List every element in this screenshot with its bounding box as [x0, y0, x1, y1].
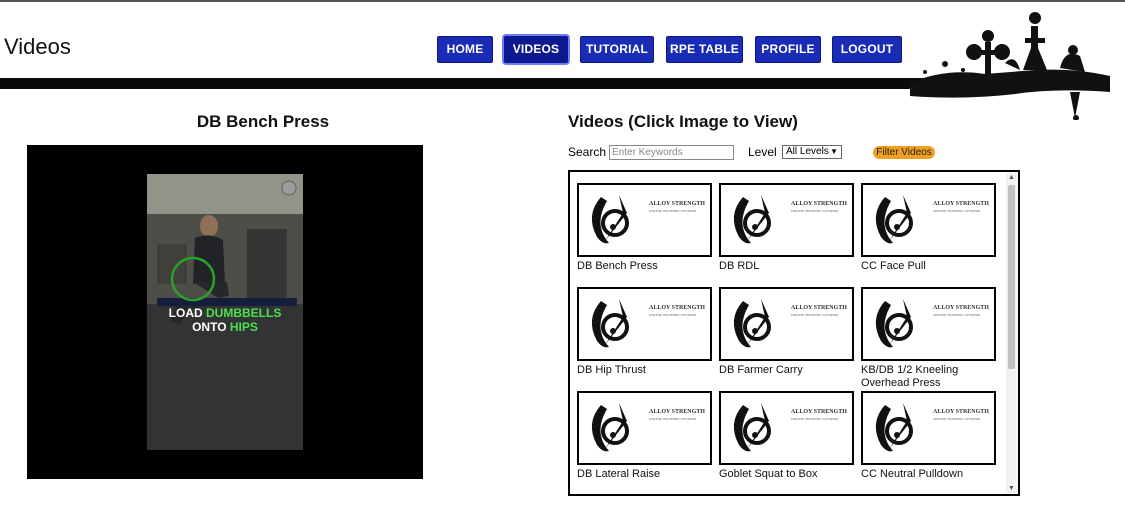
video-thumbnail[interactable]: ALLOY STRENGTH ONLINE TRAINING SYSTEMS [861, 183, 996, 257]
video-tile-label[interactable]: DB Bench Press [577, 260, 712, 273]
video-player[interactable]: LOAD DUMBBELLS ONTO HIPS [27, 145, 423, 479]
alloy-strength-logo-icon [875, 195, 913, 244]
video-thumbnail[interactable]: ALLOY STRENGTH ONLINE TRAINING SYSTEMS [577, 287, 712, 361]
video-tile-label[interactable]: DB Hip Thrust [577, 364, 712, 377]
alloy-strength-logo-icon [733, 299, 771, 348]
alloy-strength-logo-icon [733, 195, 771, 244]
video-tile-label[interactable]: CC Face Pull [861, 260, 996, 273]
level-select-value: All Levels [786, 146, 829, 157]
thumb-brand-text: ALLOY STRENGTH [791, 409, 847, 415]
video-tile[interactable]: ALLOY STRENGTH ONLINE TRAINING SYSTEMS CC … [861, 183, 996, 273]
thumb-brand-subtext: ONLINE TRAINING SYSTEMS [649, 417, 697, 421]
thumb-brand-text: ALLOY STRENGTH [791, 305, 847, 311]
thumb-brand-subtext: ONLINE TRAINING SYSTEMS [933, 209, 981, 213]
video-tile[interactable]: ALLOY STRENGTH ONLINE TRAINING SYSTEMS KB/… [861, 287, 996, 390]
thumb-brand-subtext: ONLINE TRAINING SYSTEMS [649, 313, 697, 317]
video-tile-label[interactable]: DB Lateral Raise [577, 468, 712, 481]
search-label: Search [568, 145, 607, 159]
thumb-brand-subtext: ONLINE TRAINING SYSTEMS [933, 417, 981, 421]
nav-profile-button[interactable]: PROFILE [755, 36, 821, 63]
video-tile[interactable]: ALLOY STRENGTH ONLINE TRAINING SYSTEMS DB … [577, 391, 712, 481]
alloy-strength-logo-icon [875, 403, 913, 452]
filter-videos-button[interactable]: Filter Videos [873, 146, 935, 159]
overlay-highlight: HIPS [229, 320, 258, 334]
video-frame: LOAD DUMBBELLS ONTO HIPS [147, 174, 303, 450]
video-tile[interactable]: ALLOY STRENGTH ONLINE TRAINING SYSTEMS CC … [861, 391, 996, 481]
thumb-brand-text: ALLOY STRENGTH [933, 201, 989, 207]
video-thumbnail[interactable]: ALLOY STRENGTH ONLINE TRAINING SYSTEMS [719, 391, 854, 465]
alloy-strength-logo-icon [733, 403, 771, 452]
thumb-brand-subtext: ONLINE TRAINING SYSTEMS [649, 209, 697, 213]
nav-tutorial-button[interactable]: TUTORIAL [580, 36, 654, 63]
video-thumbnail[interactable]: ALLOY STRENGTH ONLINE TRAINING SYSTEMS [577, 183, 712, 257]
scroll-down-icon[interactable]: ▼ [1008, 485, 1015, 492]
video-grid: ALLOY STRENGTH ONLINE TRAINING SYSTEMS DB … [568, 170, 1020, 496]
video-thumbnail[interactable]: ALLOY STRENGTH ONLINE TRAINING SYSTEMS [861, 287, 996, 361]
video-tile-label[interactable]: Goblet Squat to Box [719, 468, 854, 481]
thumb-brand-subtext: ONLINE TRAINING SYSTEMS [791, 417, 839, 421]
video-tile-label[interactable]: DB Farmer Carry [719, 364, 854, 377]
level-label: Level [748, 145, 777, 159]
top-border [0, 0, 1125, 2]
video-overlay-caption: LOAD DUMBBELLS ONTO HIPS [147, 306, 303, 334]
thumb-brand-subtext: ONLINE TRAINING SYSTEMS [791, 209, 839, 213]
alloy-strength-logo-icon [591, 195, 629, 244]
overlay-highlight: DUMBBELLS [206, 306, 282, 320]
thumb-brand-text: ALLOY STRENGTH [933, 305, 989, 311]
overlay-text: LOAD [168, 306, 206, 320]
video-tile[interactable]: ALLOY STRENGTH ONLINE TRAINING SYSTEMS DB … [577, 287, 712, 377]
overlay-text: ONTO [192, 320, 230, 334]
video-tile-label[interactable]: CC Neutral Pulldown [861, 468, 996, 481]
thumb-brand-text: ALLOY STRENGTH [933, 409, 989, 415]
page-title: Videos [4, 34, 71, 59]
level-select[interactable]: All Levels ▼ [782, 145, 842, 159]
video-tile[interactable]: ALLOY STRENGTH ONLINE TRAINING SYSTEMS DB … [577, 183, 712, 273]
video-tile[interactable]: ALLOY STRENGTH ONLINE TRAINING SYSTEMS Gob… [719, 391, 854, 481]
video-tile-label[interactable]: KB/DB 1/2 Kneeling Overhead Press [861, 364, 996, 390]
nav-home-button[interactable]: HOME [437, 36, 493, 63]
video-thumbnail[interactable]: ALLOY STRENGTH ONLINE TRAINING SYSTEMS [577, 391, 712, 465]
gallery-title: Videos (Click Image to View) [568, 112, 798, 131]
thumb-brand-subtext: ONLINE TRAINING SYSTEMS [933, 313, 981, 317]
video-title: DB Bench Press [196, 112, 330, 131]
thumb-brand-text: ALLOY STRENGTH [649, 305, 705, 311]
thumb-brand-text: ALLOY STRENGTH [649, 201, 705, 207]
video-tile-label[interactable]: DB RDL [719, 260, 854, 273]
video-thumbnail[interactable]: ALLOY STRENGTH ONLINE TRAINING SYSTEMS [719, 287, 854, 361]
video-thumbnail[interactable]: ALLOY STRENGTH ONLINE TRAINING SYSTEMS [719, 183, 854, 257]
video-tile[interactable]: ALLOY STRENGTH ONLINE TRAINING SYSTEMS DB … [719, 183, 854, 273]
thumb-brand-text: ALLOY STRENGTH [649, 409, 705, 415]
alloy-strength-logo-icon [591, 299, 629, 348]
nav-logout-button[interactable]: LOGOUT [832, 36, 902, 63]
thumb-brand-text: ALLOY STRENGTH [791, 201, 847, 207]
alloy-strength-logo-icon [591, 403, 629, 452]
video-tile[interactable]: ALLOY STRENGTH ONLINE TRAINING SYSTEMS DB … [719, 287, 854, 377]
fitness-silhouette-logo [905, 8, 1115, 121]
scrollbar-thumb[interactable] [1008, 185, 1015, 369]
grid-scrollbar[interactable]: ▲ ▼ [1006, 173, 1017, 493]
dropdown-arrow-icon: ▼ [830, 147, 838, 156]
thumb-brand-subtext: ONLINE TRAINING SYSTEMS [791, 313, 839, 317]
video-thumbnail[interactable]: ALLOY STRENGTH ONLINE TRAINING SYSTEMS [861, 391, 996, 465]
alloy-strength-logo-icon [875, 299, 913, 348]
scroll-up-icon[interactable]: ▲ [1008, 174, 1015, 181]
search-input[interactable] [609, 145, 734, 160]
nav-rpe-table-button[interactable]: RPE TABLE [666, 36, 743, 63]
nav-videos-button[interactable]: VIDEOS [504, 36, 568, 63]
